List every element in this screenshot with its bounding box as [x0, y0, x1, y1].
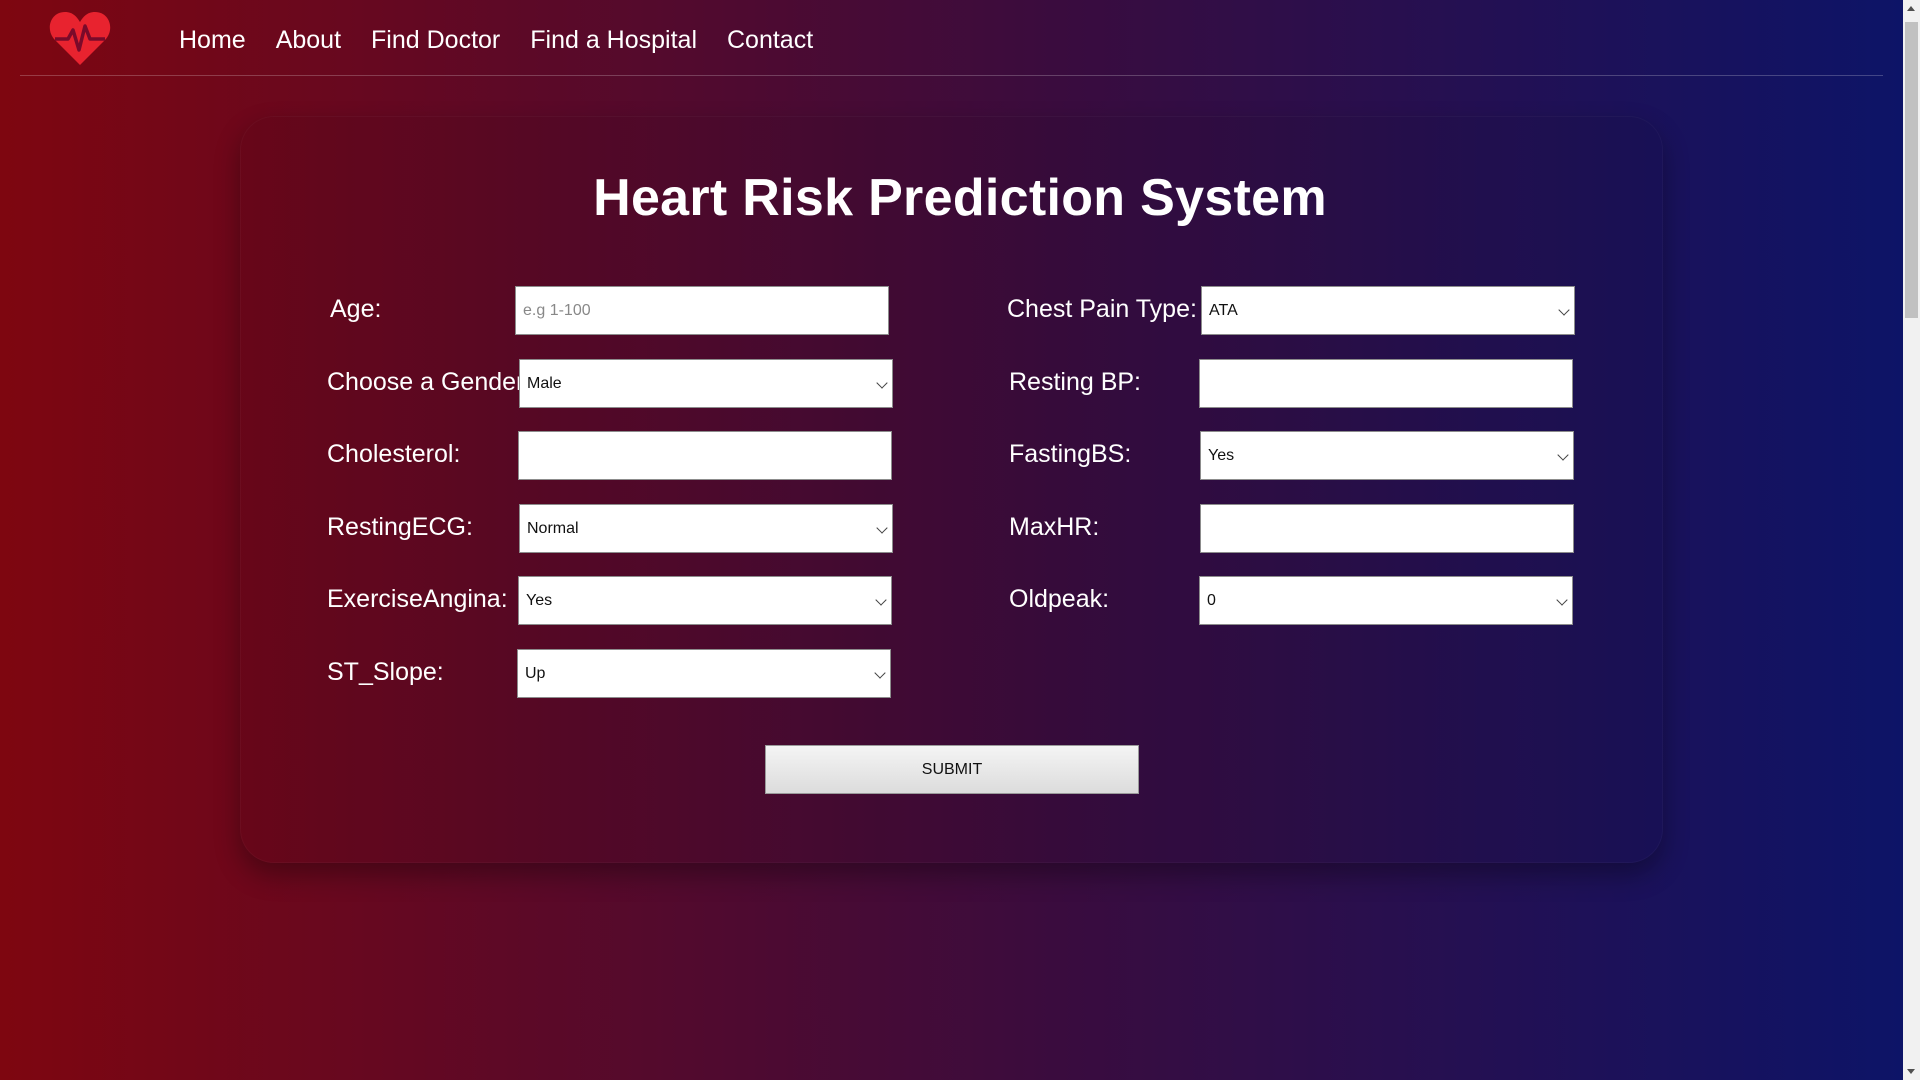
submit-button[interactable]: SUBMIT: [765, 745, 1139, 794]
scroll-up-arrow-icon[interactable]: [1907, 6, 1915, 11]
scrollbar[interactable]: [1903, 0, 1920, 1080]
resting-bp-input[interactable]: [1199, 359, 1573, 408]
chevron-down-icon: [875, 594, 887, 606]
exercise-angina-select-value: Yes: [526, 592, 553, 609]
chest-pain-select-value: ATA: [1209, 302, 1238, 319]
chevron-down-icon: [876, 377, 888, 389]
exercise-angina-select[interactable]: Yes: [518, 576, 892, 625]
st-slope-label: ST_Slope:: [327, 658, 444, 686]
gender-select[interactable]: Male: [519, 359, 893, 408]
nav-link-find-doctor[interactable]: Find Doctor: [371, 22, 500, 58]
max-hr-label: MaxHR:: [1009, 513, 1100, 541]
resting-bp-label: Resting BP:: [1009, 368, 1142, 396]
navbar: Home About Find Doctor Find a Hospital C…: [20, 0, 1883, 76]
age-label: Age:: [330, 295, 382, 323]
chevron-down-icon: [876, 522, 888, 534]
heart-pulse-icon[interactable]: [49, 8, 111, 68]
scrollbar-thumb[interactable]: [1905, 22, 1918, 318]
oldpeak-select-value: 0: [1207, 592, 1216, 609]
exercise-angina-label: ExerciseAngina:: [327, 585, 508, 613]
nav-links: Home About Find Doctor Find a Hospital C…: [179, 22, 813, 58]
scroll-down-arrow-icon[interactable]: [1907, 1069, 1915, 1074]
oldpeak-select[interactable]: 0: [1199, 576, 1573, 625]
oldpeak-label: Oldpeak:: [1009, 585, 1110, 613]
page-title: Heart Risk Prediction System: [593, 169, 1327, 227]
age-input[interactable]: [515, 286, 889, 335]
gender-label: Choose a Gender:: [327, 368, 532, 396]
nav-link-about[interactable]: About: [276, 22, 341, 58]
nav-link-contact[interactable]: Contact: [727, 22, 813, 58]
nav-link-home[interactable]: Home: [179, 22, 246, 58]
chevron-down-icon: [1558, 304, 1570, 316]
fasting-bs-label: FastingBS:: [1009, 440, 1132, 468]
resting-ecg-label: RestingECG:: [327, 513, 473, 541]
st-slope-select[interactable]: Up: [517, 649, 891, 698]
resting-ecg-select[interactable]: Normal: [519, 504, 893, 553]
chevron-down-icon: [1556, 594, 1568, 606]
resting-ecg-select-value: Normal: [527, 520, 579, 537]
chevron-down-icon: [1557, 449, 1569, 461]
chest-pain-label: Chest Pain Type:: [1007, 295, 1197, 323]
nav-link-find-hospital[interactable]: Find a Hospital: [530, 22, 697, 58]
chest-pain-select[interactable]: ATA: [1201, 286, 1575, 335]
fasting-bs-select[interactable]: Yes: [1200, 431, 1574, 480]
st-slope-select-value: Up: [525, 665, 546, 682]
cholesterol-label: Cholesterol:: [327, 440, 461, 468]
fasting-bs-select-value: Yes: [1208, 447, 1235, 464]
max-hr-input[interactable]: [1200, 504, 1574, 553]
cholesterol-input[interactable]: [518, 431, 892, 480]
gender-select-value: Male: [527, 375, 562, 392]
chevron-down-icon: [874, 667, 886, 679]
